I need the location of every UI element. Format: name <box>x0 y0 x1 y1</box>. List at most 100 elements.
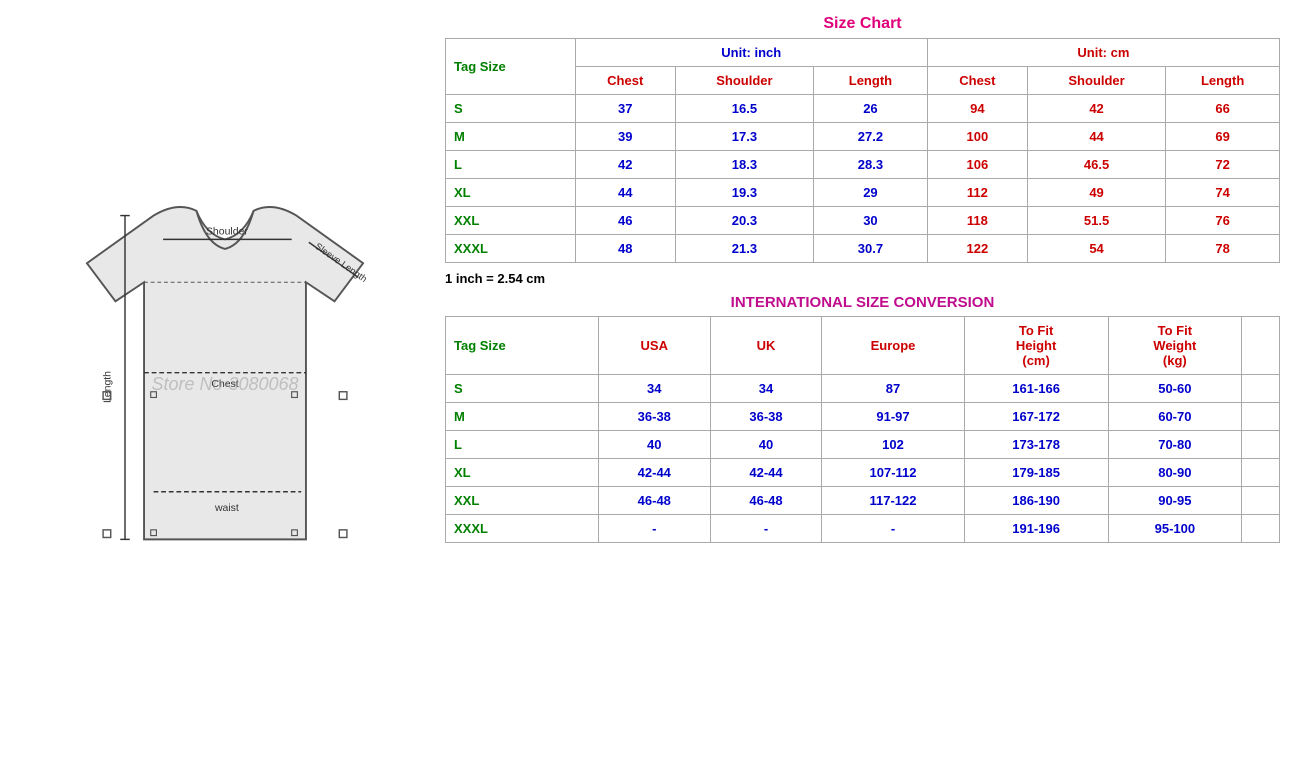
unit-cm-header: Unit: cm <box>927 39 1279 67</box>
table-row: M3917.327.21004469 <box>446 123 1280 151</box>
cm-value-cell: 54 <box>1027 235 1165 263</box>
intl-usa-header: USA <box>598 317 710 375</box>
table-row: XXXL4821.330.71225478 <box>446 235 1280 263</box>
intl-tag-cell: M <box>446 403 599 431</box>
inch-length-header: Length <box>814 67 928 95</box>
intl-empty-cell <box>1242 515 1280 543</box>
intl-europe-cell: 117-122 <box>822 487 964 515</box>
intl-conversion-title: INTERNATIONAL SIZE CONVERSION <box>445 294 1280 311</box>
intl-uk-cell: 36-38 <box>710 403 822 431</box>
intl-empty-cell <box>1242 403 1280 431</box>
table-row: XXL4620.33011851.576 <box>446 207 1280 235</box>
cm-value-cell: 72 <box>1166 151 1280 179</box>
inch-value-cell: 20.3 <box>675 207 813 235</box>
cm-value-cell: 49 <box>1027 179 1165 207</box>
intl-uk-cell: 46-48 <box>710 487 822 515</box>
tag-size-cell: XL <box>446 179 576 207</box>
inch-shoulder-header: Shoulder <box>675 67 813 95</box>
conversion-note: 1 inch = 2.54 cm <box>445 271 1280 286</box>
intl-europe-cell: 87 <box>822 375 964 403</box>
cm-value-cell: 69 <box>1166 123 1280 151</box>
intl-tag-cell: S <box>446 375 599 403</box>
intl-europe-cell: 91-97 <box>822 403 964 431</box>
table-row: XXL46-4846-48117-122186-19090-95 <box>446 487 1280 515</box>
cm-chest-header: Chest <box>927 67 1027 95</box>
intl-weight-cell: 60-70 <box>1108 403 1242 431</box>
intl-height-cell: 173-178 <box>964 431 1108 459</box>
size-chart-title: Size Chart <box>445 15 1280 33</box>
cm-value-cell: 118 <box>927 207 1027 235</box>
inch-value-cell: 30.7 <box>814 235 928 263</box>
inch-value-cell: 44 <box>575 179 675 207</box>
svg-text:Length: Length <box>103 370 114 402</box>
intl-weight-cell: 50-60 <box>1108 375 1242 403</box>
intl-tag-cell: XXL <box>446 487 599 515</box>
left-panel: Shoulder Sleeve Length Chest Length wais… <box>10 10 440 763</box>
inch-value-cell: 28.3 <box>814 151 928 179</box>
cm-value-cell: 74 <box>1166 179 1280 207</box>
inch-value-cell: 39 <box>575 123 675 151</box>
cm-value-cell: 66 <box>1166 95 1280 123</box>
intl-uk-cell: 42-44 <box>710 459 822 487</box>
inch-value-cell: 42 <box>575 151 675 179</box>
intl-empty-cell <box>1242 487 1280 515</box>
intl-conversion-table: Tag Size USA UK Europe To FitHeight(cm) … <box>445 316 1280 543</box>
cm-value-cell: 51.5 <box>1027 207 1165 235</box>
table-row: XL4419.3291124974 <box>446 179 1280 207</box>
cm-shoulder-header: Shoulder <box>1027 67 1165 95</box>
intl-usa-cell: 36-38 <box>598 403 710 431</box>
intl-height-cell: 191-196 <box>964 515 1108 543</box>
size-chart-table: Tag Size Unit: inch Unit: cm Chest Shoul… <box>445 38 1280 263</box>
intl-tag-cell: XXXL <box>446 515 599 543</box>
cm-value-cell: 44 <box>1027 123 1165 151</box>
intl-uk-cell: 40 <box>710 431 822 459</box>
table-row: S343487161-16650-60 <box>446 375 1280 403</box>
tag-size-cell: L <box>446 151 576 179</box>
table-row: XL42-4442-44107-112179-18580-90 <box>446 459 1280 487</box>
intl-uk-header: UK <box>710 317 822 375</box>
intl-europe-cell: 102 <box>822 431 964 459</box>
tag-size-cell: XXXL <box>446 235 576 263</box>
cm-value-cell: 78 <box>1166 235 1280 263</box>
intl-weight-cell: 95-100 <box>1108 515 1242 543</box>
inch-value-cell: 17.3 <box>675 123 813 151</box>
intl-usa-cell: 34 <box>598 375 710 403</box>
intl-tag-cell: XL <box>446 459 599 487</box>
svg-text:Shoulder: Shoulder <box>206 226 248 237</box>
tshirt-diagram: Shoulder Sleeve Length Chest Length wais… <box>30 187 420 587</box>
cm-value-cell: 106 <box>927 151 1027 179</box>
svg-text:Chest: Chest <box>211 379 238 390</box>
intl-extra-header <box>1242 317 1280 375</box>
cm-value-cell: 100 <box>927 123 1027 151</box>
cm-value-cell: 94 <box>927 95 1027 123</box>
intl-tag-header: Tag Size <box>446 317 599 375</box>
tag-size-header: Tag Size <box>446 39 576 95</box>
tag-size-cell: S <box>446 95 576 123</box>
unit-inch-header: Unit: inch <box>575 39 927 67</box>
intl-weight-cell: 70-80 <box>1108 431 1242 459</box>
intl-empty-cell <box>1242 431 1280 459</box>
intl-usa-cell: - <box>598 515 710 543</box>
inch-value-cell: 30 <box>814 207 928 235</box>
table-row: L4218.328.310646.572 <box>446 151 1280 179</box>
cm-value-cell: 46.5 <box>1027 151 1165 179</box>
svg-text:waist: waist <box>214 502 239 513</box>
intl-height-header: To FitHeight(cm) <box>964 317 1108 375</box>
inch-value-cell: 29 <box>814 179 928 207</box>
intl-usa-cell: 42-44 <box>598 459 710 487</box>
intl-weight-cell: 80-90 <box>1108 459 1242 487</box>
intl-weight-header: To FitWeight(kg) <box>1108 317 1242 375</box>
intl-height-cell: 167-172 <box>964 403 1108 431</box>
intl-empty-cell <box>1242 459 1280 487</box>
cm-value-cell: 76 <box>1166 207 1280 235</box>
inch-value-cell: 37 <box>575 95 675 123</box>
table-row: S3716.526944266 <box>446 95 1280 123</box>
inch-value-cell: 48 <box>575 235 675 263</box>
table-row: L4040102173-17870-80 <box>446 431 1280 459</box>
page-wrapper: Shoulder Sleeve Length Chest Length wais… <box>0 0 1295 773</box>
inch-value-cell: 16.5 <box>675 95 813 123</box>
inch-value-cell: 19.3 <box>675 179 813 207</box>
intl-europe-header: Europe <box>822 317 964 375</box>
intl-uk-cell: 34 <box>710 375 822 403</box>
intl-uk-cell: - <box>710 515 822 543</box>
